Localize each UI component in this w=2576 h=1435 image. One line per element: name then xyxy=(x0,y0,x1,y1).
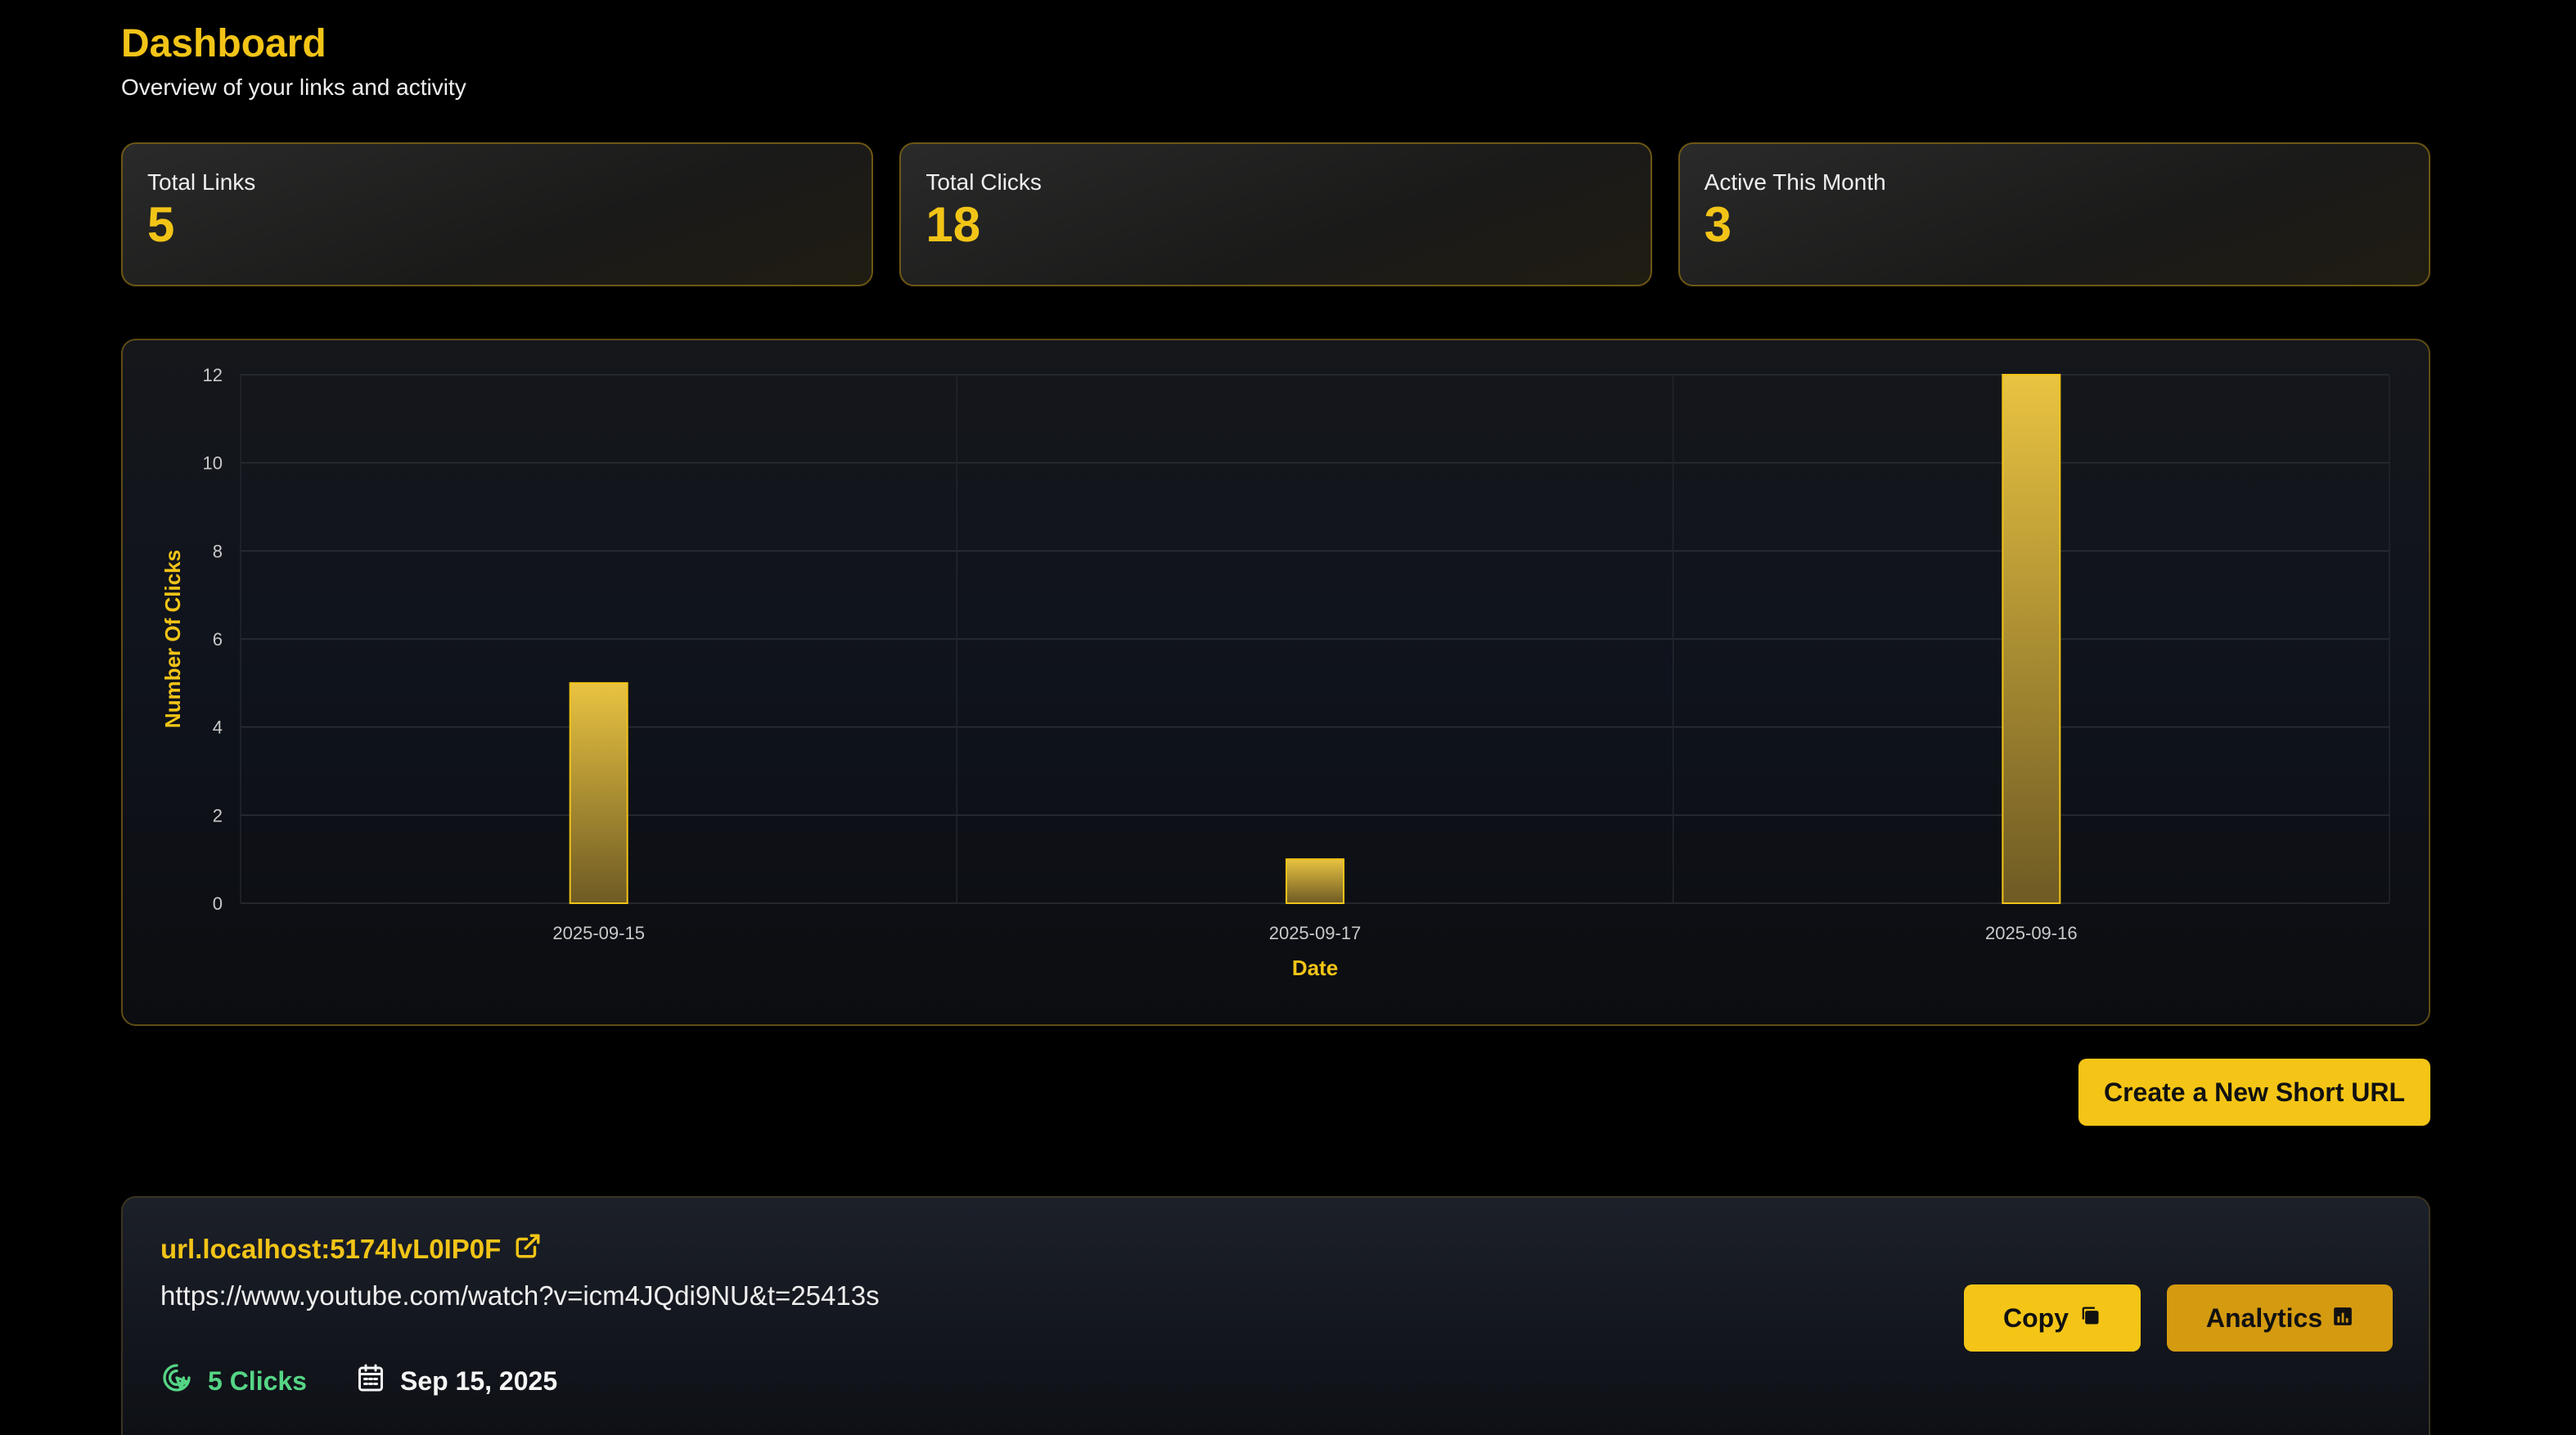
link-meta: 5 Clicks Sep 15, 2025 xyxy=(160,1361,557,1401)
y-axis-title: Number Of Clicks xyxy=(160,550,185,728)
stat-card-total-clicks: Total Clicks 18 xyxy=(899,142,1652,286)
x-tick-label: 2025-09-15 xyxy=(552,923,645,943)
external-link-icon[interactable] xyxy=(514,1232,542,1266)
analytics-button[interactable]: Analytics xyxy=(2167,1284,2393,1352)
chart-bar xyxy=(569,682,628,904)
create-short-url-button[interactable]: Create a New Short URL xyxy=(2078,1059,2430,1126)
date-label: Sep 15, 2025 xyxy=(399,1365,558,1396)
chart-bar xyxy=(1286,858,1344,905)
clicks-label: 5 Clicks xyxy=(208,1365,307,1396)
stat-value: 18 xyxy=(925,197,981,252)
stat-card-active-this-month: Active This Month 3 xyxy=(1678,142,2430,286)
bar-chart-icon xyxy=(2332,1303,2353,1334)
y-tick-label: 2 xyxy=(213,805,223,825)
page-header: Dashboard Overview of your links and act… xyxy=(121,20,466,101)
chart-bar xyxy=(2002,374,2061,904)
short-url-link[interactable]: url.localhost:5174lvL0IP0F xyxy=(160,1232,542,1266)
analytics-button-label: Analytics xyxy=(2205,1302,2323,1333)
x-tick-label: 2025-09-17 xyxy=(1269,923,1362,943)
y-tick-label: 0 xyxy=(213,893,223,914)
copy-button[interactable]: Copy xyxy=(1964,1284,2141,1352)
stat-value: 5 xyxy=(147,197,175,252)
y-tick-label: 4 xyxy=(213,718,223,738)
calendar-icon xyxy=(356,1363,385,1399)
copy-button-label: Copy xyxy=(2003,1302,2069,1333)
y-tick-label: 8 xyxy=(213,541,223,561)
link-actions: Copy Analytics xyxy=(1964,1284,2393,1352)
short-url-text: url.localhost:5174lvL0IP0F xyxy=(160,1234,502,1264)
stats-row: Total Links 5 Total Clicks 18 Active Thi… xyxy=(121,142,2430,286)
stat-value: 3 xyxy=(1704,197,1732,252)
click-count: 5 Clicks xyxy=(160,1361,307,1401)
stat-label: Total Links xyxy=(147,169,256,195)
copy-icon xyxy=(2078,1303,2101,1334)
cursor-click-icon xyxy=(160,1361,193,1401)
clicks-chart-card: 0 2 4 6 8 10 12 2025-09-15 2025-09-17 2025-09-16 D… xyxy=(121,339,2430,1026)
stat-label: Active This Month xyxy=(1704,169,1886,195)
created-date: Sep 15, 2025 xyxy=(356,1363,557,1399)
stat-label: Total Clicks xyxy=(925,169,1042,195)
y-tick-label: 6 xyxy=(213,629,223,650)
page-subtitle: Overview of your links and activity xyxy=(121,74,466,100)
x-tick-label: 2025-09-16 xyxy=(1985,923,2078,943)
original-url: https://www.youtube.com/watch?v=icm4JQdi… xyxy=(160,1280,880,1311)
page-title: Dashboard xyxy=(121,22,327,65)
clicks-bar-chart: 0 2 4 6 8 10 12 2025-09-15 2025-09-17 2025-09-16 D… xyxy=(160,365,2390,980)
stat-card-total-links: Total Links 5 xyxy=(121,142,874,286)
x-axis-title: Date xyxy=(1292,956,1338,980)
y-tick-label: 10 xyxy=(203,453,223,474)
y-tick-label: 12 xyxy=(203,365,223,385)
dashboard-page: Dashboard Overview of your links and act… xyxy=(0,0,2576,1435)
link-card: url.localhost:5174lvL0IP0F https://www.y… xyxy=(121,1196,2430,1435)
